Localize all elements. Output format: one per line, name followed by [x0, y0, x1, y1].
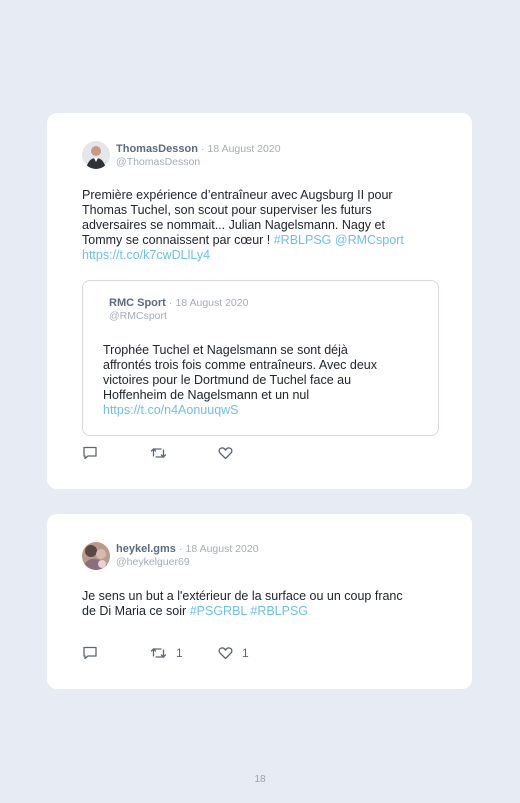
reply-icon: [83, 446, 97, 460]
author-handle[interactable]: @ThomasDesson: [116, 156, 281, 169]
tweet-text: Je sens un but a l'extérieur de la surfa…: [82, 589, 403, 618]
hashtag-links[interactable]: #RBLPSG @RMCsport: [274, 233, 404, 247]
quoted-tweet[interactable]: RMC Sport · 18 August 2020 @RMCsport Tro…: [82, 280, 439, 436]
tweet-actions: [82, 446, 282, 462]
heart-icon: [218, 447, 233, 460]
tweet-date[interactable]: 18 August 2020: [186, 543, 259, 555]
author-handle[interactable]: @heykelguer69: [116, 556, 259, 569]
author-name[interactable]: ThomasDesson: [116, 143, 198, 155]
separator: ·: [168, 297, 173, 309]
separator: ·: [178, 543, 183, 555]
tweet-card: ThomasDesson · 18 August 2020 @ThomasDes…: [47, 113, 472, 489]
heart-icon: [218, 647, 233, 660]
quoted-text: Trophée Tuchel et Nagelsmann se sont déj…: [103, 343, 377, 418]
retweet-button[interactable]: 1: [150, 646, 183, 660]
tweet-text: Première expérience d’entraîneur avec Au…: [82, 188, 404, 263]
reply-icon: [83, 646, 97, 660]
avatar[interactable]: [82, 141, 110, 169]
avatar[interactable]: [82, 542, 110, 570]
like-count: 1: [242, 646, 249, 660]
like-button[interactable]: [218, 446, 233, 460]
separator: ·: [200, 143, 205, 155]
quoted-link[interactable]: https://t.co/n4AonuuqwS: [103, 403, 377, 418]
author-name[interactable]: heykel.gms: [116, 543, 176, 555]
tweet-link[interactable]: https://t.co/k7cwDLlLy4: [82, 248, 404, 263]
reply-button[interactable]: [82, 446, 98, 460]
quoted-handle[interactable]: @RMCsport: [109, 310, 248, 323]
page-number: 18: [254, 774, 266, 785]
tweet-actions: 1 1: [82, 646, 282, 662]
retweet-count: 1: [176, 646, 183, 660]
retweet-icon: [150, 448, 167, 458]
reply-button[interactable]: [82, 646, 98, 660]
quoted-date[interactable]: 18 August 2020: [175, 297, 248, 309]
hashtag-links[interactable]: #PSGRBL #RBLPSG: [190, 604, 308, 618]
tweet-card: heykel.gms · 18 August 2020 @heykelguer6…: [47, 514, 472, 689]
like-button[interactable]: 1: [218, 646, 249, 660]
quoted-author-name[interactable]: RMC Sport: [109, 297, 166, 309]
retweet-icon: [150, 648, 167, 658]
retweet-button[interactable]: [150, 446, 167, 460]
tweet-date[interactable]: 18 August 2020: [208, 143, 281, 155]
